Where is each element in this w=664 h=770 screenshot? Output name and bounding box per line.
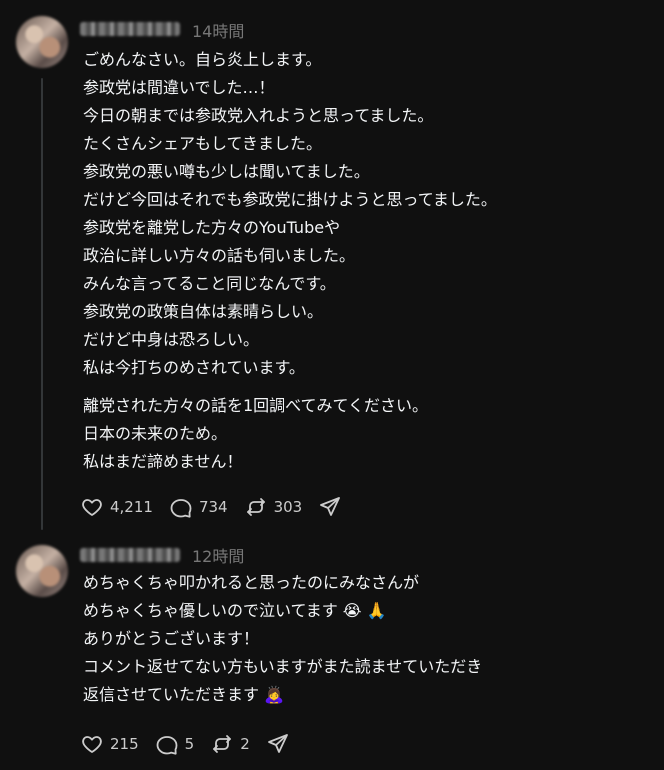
repost-icon xyxy=(213,735,232,753)
reply-count: 5 xyxy=(184,735,195,753)
post-line: めちゃくちゃ優しいので泣いてます 😭 🙏 xyxy=(83,601,387,620)
post-line: 返信させていただきます 🙇‍♀️ xyxy=(83,685,285,704)
share-icon xyxy=(320,497,341,516)
post-time: 12時間 xyxy=(192,547,245,566)
like-button[interactable]: 215 xyxy=(80,732,139,756)
post-line: めちゃくちゃ叩かれると思ったのにみなさんが xyxy=(83,573,420,592)
heart-icon xyxy=(82,736,102,753)
thread-line xyxy=(41,78,43,530)
share-icon xyxy=(267,734,288,753)
post-line: たくさんシェアもしてきました。 xyxy=(83,134,323,153)
post-line: 日本の未来のため。 xyxy=(83,424,228,443)
repost-count: 303 xyxy=(273,498,303,516)
post-line: ありがとうございます！ xyxy=(83,629,260,648)
post-line: 私はまだ諦めません！ xyxy=(83,452,243,471)
post-line: 今日の朝までは参政党入れようと思ってました。 xyxy=(83,106,434,125)
comment-icon xyxy=(156,736,178,755)
post-line: コメント返せてない方もいますがまた読ませていただき xyxy=(83,657,483,676)
post-body: めちゃくちゃ叩かれると思ったのにみなさんが めちゃくちゃ優しいので泣いてます 😭… xyxy=(83,569,482,709)
post-time: 14時間 xyxy=(192,22,245,41)
repost-button[interactable]: 2 xyxy=(210,732,250,756)
repost-button[interactable]: 303 xyxy=(244,495,303,519)
post-line: 政治に詳しい方々の話も伺いました。 xyxy=(83,246,356,265)
like-count: 4,211 xyxy=(110,498,153,516)
avatar[interactable] xyxy=(16,545,68,597)
post-line: 参政党を離党した方々のYouTubeや xyxy=(83,218,341,237)
comment-button[interactable]: 5 xyxy=(155,732,195,756)
post-actions: 215 5 2 xyxy=(80,730,312,758)
post-line: だけど今回はそれでも参政党に掛けようと思ってました。 xyxy=(83,190,497,209)
share-button[interactable] xyxy=(318,495,348,519)
post-line: 参政党の悪い噂も少しは聞いてました。 xyxy=(83,162,370,181)
heart-icon xyxy=(82,499,102,516)
post-body: ごめんなさい。自ら炎上します。 参政党は間違いでした…！ 今日の朝までは参政党入… xyxy=(83,46,497,476)
post-line: みんな言ってること同じなんです。 xyxy=(83,274,336,293)
post-line: 参政党の政策自体は素晴らしい。 xyxy=(83,302,324,321)
post-line: だけど中身は恐ろしい。 xyxy=(83,330,260,349)
username-blurred[interactable] xyxy=(80,548,180,562)
like-count: 215 xyxy=(110,735,139,753)
reply-count: 734 xyxy=(198,498,228,516)
post-line: 離党された方々の話を1回調べてみてください。 xyxy=(83,396,429,415)
avatar[interactable] xyxy=(16,16,68,68)
comment-button[interactable]: 734 xyxy=(169,495,228,519)
repost-icon xyxy=(246,498,265,516)
share-button[interactable] xyxy=(266,732,296,756)
username-blurred[interactable] xyxy=(80,22,180,36)
post-line: ごめんなさい。自ら炎上します。 xyxy=(83,50,322,69)
post-line: 参政党は間違いでした…！ xyxy=(83,78,275,97)
like-button[interactable]: 4,211 xyxy=(80,495,153,519)
repost-count: 2 xyxy=(240,735,250,753)
post-actions: 4,211 734 303 xyxy=(80,493,364,521)
post-line: 私は今打ちのめされています。 xyxy=(83,358,305,377)
comment-icon xyxy=(170,499,192,518)
